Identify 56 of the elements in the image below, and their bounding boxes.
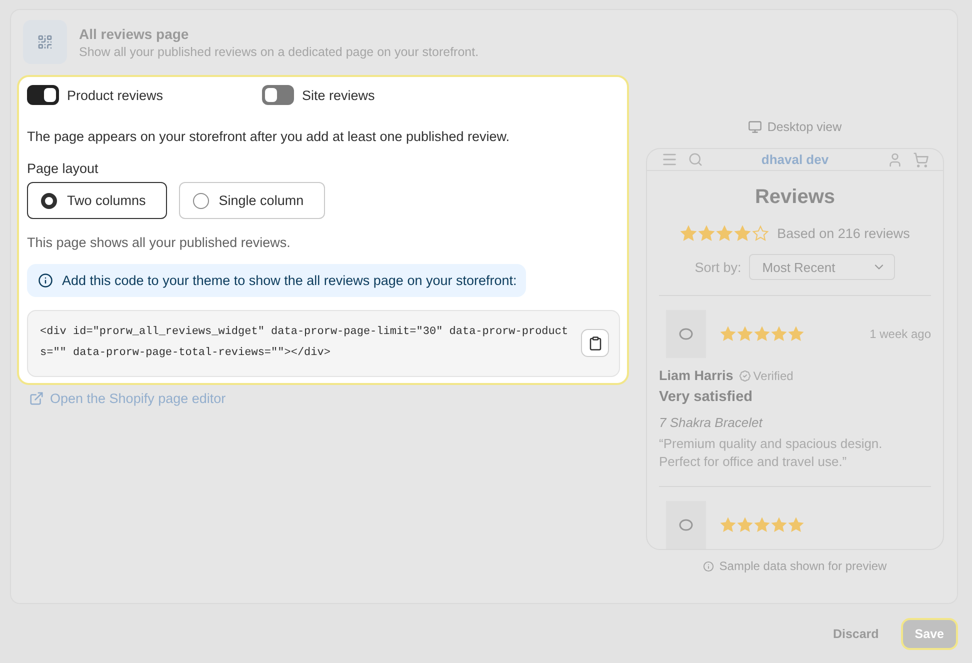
star-icon — [680, 225, 698, 242]
layout-option[interactable]: Two columns — [27, 182, 167, 219]
preview-footnote: Sample data shown for preview — [719, 559, 887, 573]
star-icon — [737, 326, 753, 342]
qr-code-icon — [23, 20, 67, 64]
layout-option[interactable]: Single column — [178, 182, 325, 219]
toggle-switch[interactable] — [27, 85, 59, 105]
star-icon — [737, 517, 753, 533]
view-label: Desktop view — [748, 120, 842, 134]
save-button[interactable]: Save — [900, 618, 958, 650]
notice-text: The page appears on your storefront after you add at least one published review. — [27, 129, 511, 144]
star-icon — [720, 326, 736, 342]
star-icon — [734, 225, 752, 242]
info-icon — [703, 560, 714, 572]
review-author: Liam Harris — [659, 368, 734, 383]
reviews-title: Reviews — [754, 186, 836, 209]
review-time: 1 week ago — [870, 327, 931, 341]
toggle-label: Product reviews — [67, 88, 164, 102]
star-icon — [720, 517, 736, 533]
toggle-switch[interactable] — [262, 85, 294, 105]
star-icon — [754, 517, 770, 533]
review-headline: Very satisfied — [659, 389, 754, 405]
copy-button[interactable] — [581, 329, 609, 357]
editor-link[interactable]: Open the Shopify page editor — [29, 391, 226, 406]
review-body: “Premium quality and spacious design. Perfect for office and travel use.” — [659, 435, 884, 471]
layout-label: Page layout — [27, 161, 100, 176]
sort-select[interactable]: Most Recent — [749, 254, 896, 280]
clipboard-icon — [588, 336, 602, 350]
star-icon — [788, 517, 804, 533]
review-product: 7 Shakra Bracelet — [659, 415, 764, 430]
product-thumbnail — [666, 310, 706, 358]
banner-text: Add this code to your theme to show the all reviews page on your storefront: — [62, 273, 517, 288]
verified-label: Verified — [753, 368, 794, 382]
page-subtitle: Show all your published reviews on a dedicated page on your storefront. — [79, 44, 479, 58]
cart-icon[interactable] — [913, 152, 929, 168]
page-title: All reviews page — [79, 26, 190, 42]
star-icon — [771, 517, 787, 533]
sort-label: Sort by: — [694, 260, 742, 274]
star-icon — [771, 326, 787, 342]
code-snippet: <div id="prorw_all_reviews_widget" data-prorw-page-limit="30" data-prorw-products="" data-prorw-page-total-reviews=""></div> — [40, 325, 569, 361]
store-name: dhaval dev — [760, 152, 830, 167]
monitor-icon — [748, 120, 762, 134]
verified-icon — [739, 370, 752, 382]
search-icon[interactable] — [688, 152, 703, 167]
star-icon — [698, 225, 716, 242]
star-icon — [716, 225, 734, 242]
user-icon[interactable] — [887, 152, 903, 168]
star-icon — [754, 326, 770, 342]
toggle-label: Site reviews — [302, 88, 375, 102]
info-icon — [38, 273, 53, 288]
external-link-icon — [29, 391, 44, 406]
menu-icon[interactable] — [661, 151, 678, 168]
discard-button[interactable]: Discard — [826, 626, 885, 642]
star-icon — [788, 326, 804, 342]
layout-hint: This page shows all your published reviews. — [27, 235, 292, 250]
rating-summary: Based on 216 reviews — [777, 226, 910, 241]
